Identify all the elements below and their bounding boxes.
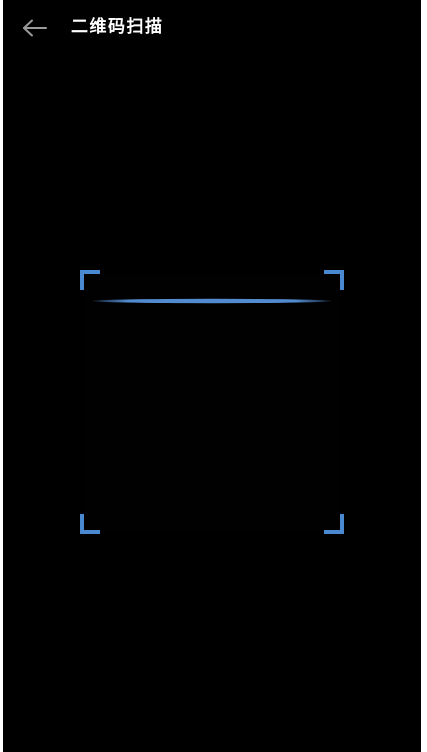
camera-viewfinder	[84, 274, 340, 530]
arrow-left-icon	[23, 19, 47, 37]
app-bar: 二维码扫描	[3, 0, 421, 56]
bottom-left-corner-icon	[80, 514, 100, 534]
bottom-right-corner-icon	[324, 514, 344, 534]
page-title: 二维码扫描	[71, 17, 164, 37]
scan-line	[92, 298, 332, 304]
back-button[interactable]	[17, 12, 53, 44]
top-left-corner-icon	[80, 270, 100, 290]
top-right-corner-icon	[324, 270, 344, 290]
qr-scan-screen: 二维码扫描	[3, 0, 421, 752]
scan-frame	[80, 270, 344, 534]
